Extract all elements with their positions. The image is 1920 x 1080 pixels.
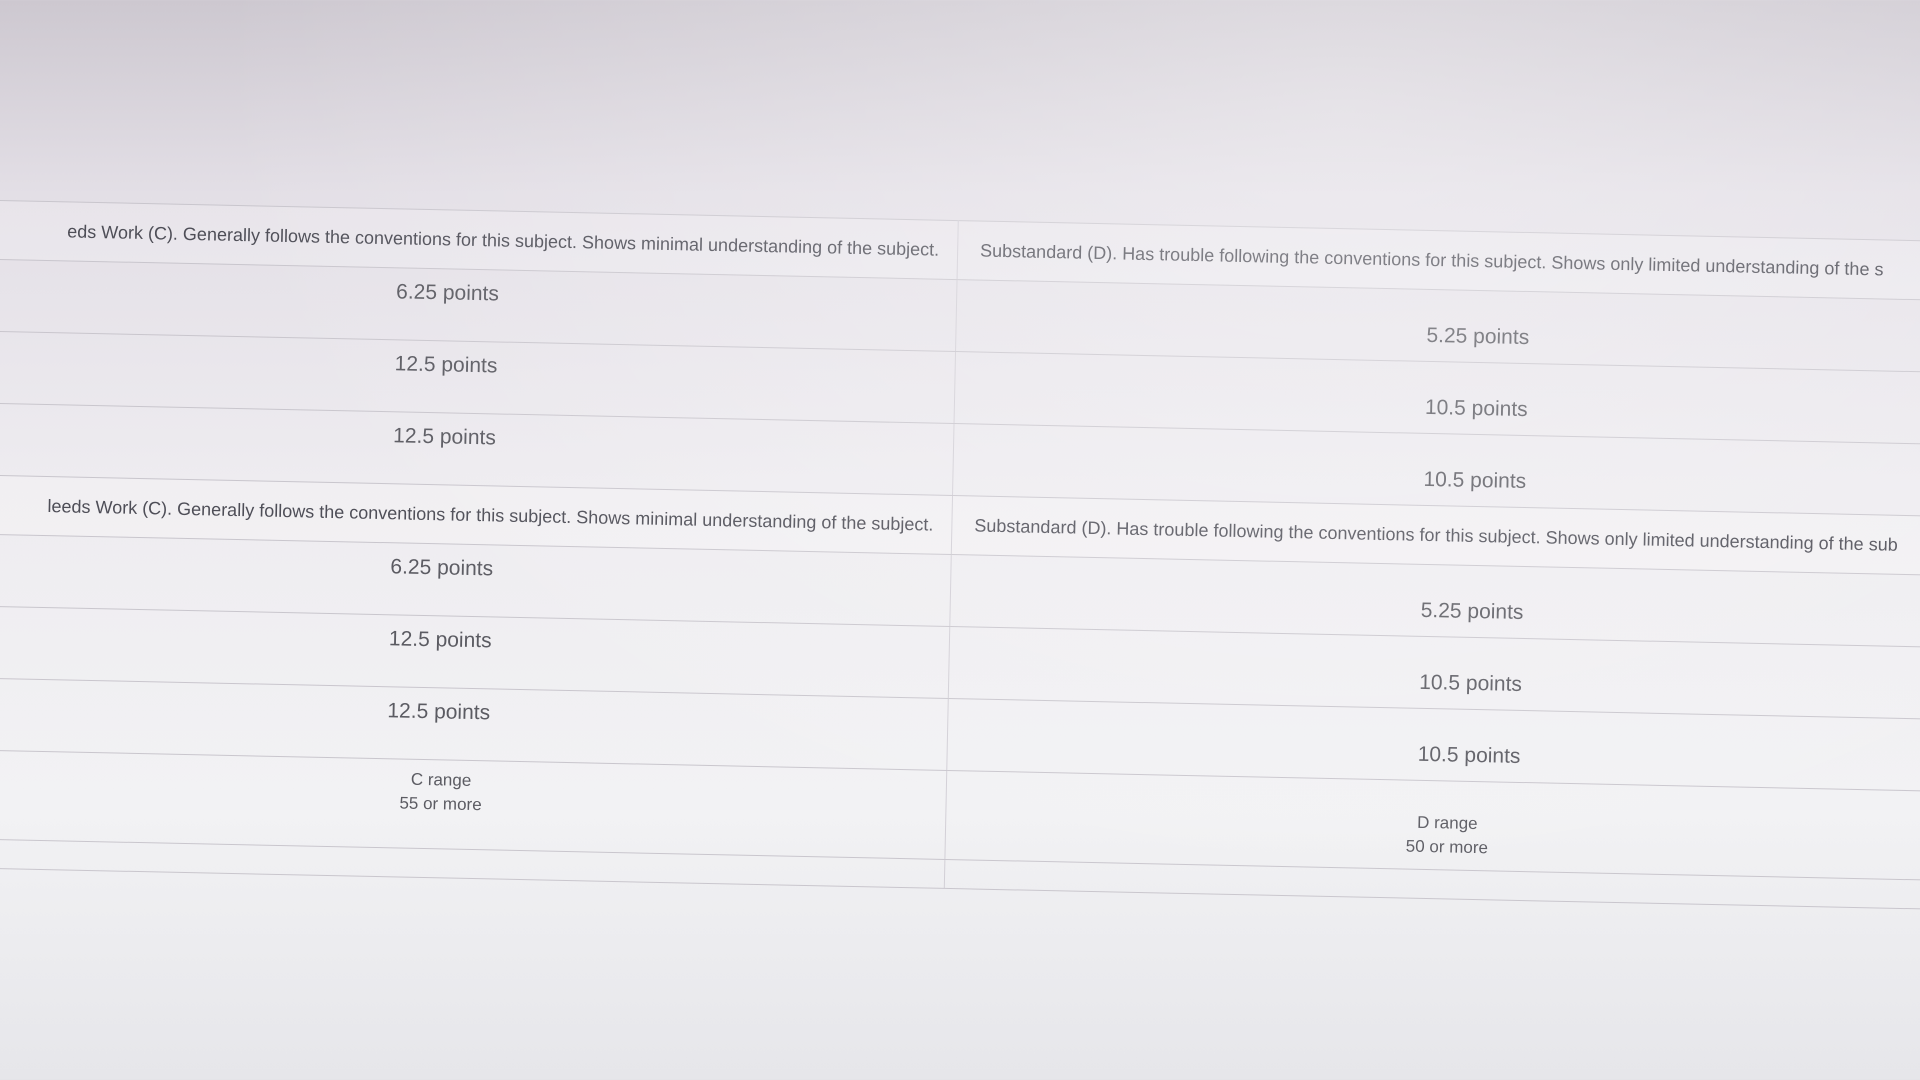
c-points-value: 12.5 points <box>387 698 491 724</box>
rubric-table: eds Work (C). Generally follows the conv… <box>0 200 1920 910</box>
d-points-value: 5.25 points <box>1420 598 1524 624</box>
d-range-label: D range <box>1416 812 1478 834</box>
d-points-value: 10.5 points <box>1417 742 1521 768</box>
c-points-value: 12.5 points <box>392 423 497 449</box>
d-points-value: 10.5 points <box>1424 395 1528 421</box>
c-range-label: C range <box>410 769 472 790</box>
d-range: D range 50 or more <box>1406 811 1489 861</box>
c-points-value: 6.25 points <box>390 554 494 580</box>
c-points-value: 12.5 points <box>394 351 498 377</box>
d-points-value: 10.5 points <box>1418 670 1523 696</box>
rubric-table-container: eds Work (C). Generally follows the conv… <box>0 200 1920 940</box>
c-range-value: 55 or more <box>399 793 482 815</box>
d-points-value: 10.5 points <box>1423 467 1527 493</box>
d-points-value: 5.25 points <box>1426 323 1530 349</box>
c-range: C range 55 or more <box>399 768 482 818</box>
c-points-value: 12.5 points <box>388 626 492 652</box>
d-range-value: 50 or more <box>1405 836 1489 858</box>
c-points-value: 6.25 points <box>395 279 500 305</box>
